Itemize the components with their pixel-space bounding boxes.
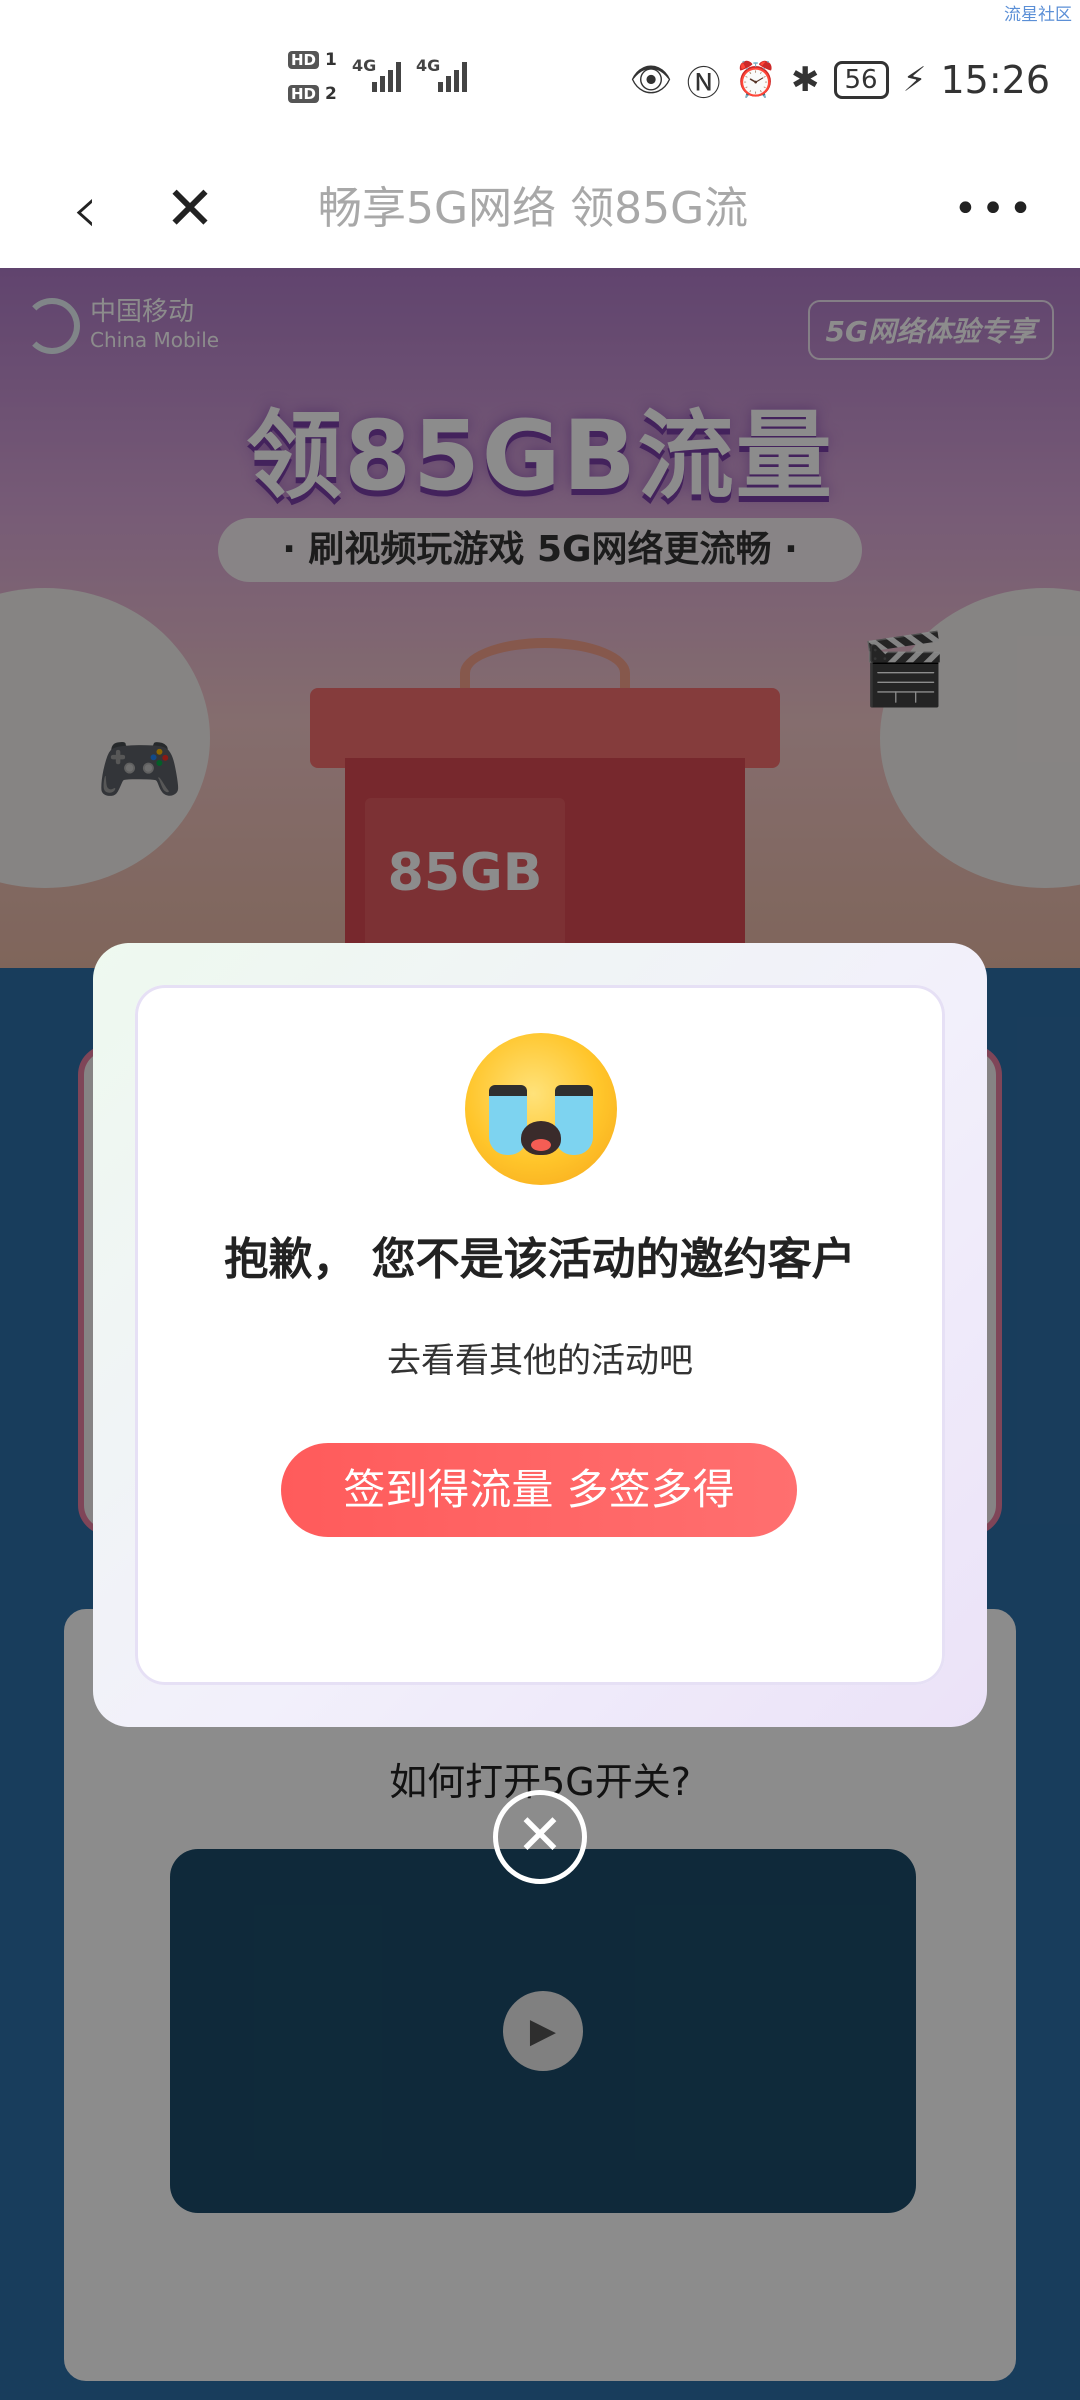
status-icons: 👁 Ⓝ ⏰ ✱ 56 ⚡ 15:26 (630, 52, 1051, 108)
clock-time: 15:26 (940, 58, 1050, 102)
more-button[interactable]: ••• (950, 150, 1040, 268)
close-circle-icon[interactable]: ✕ (493, 1790, 587, 1884)
crying-face-icon (465, 1033, 617, 1185)
bluetooth-icon: ✱ (791, 60, 820, 100)
modal-dialog: 抱歉， 您不是该活动的邀约客户 去看看其他的活动吧 签到得流量 多签多得 (93, 943, 987, 1727)
sim2-indicator: HD 2 (288, 84, 337, 104)
modal-subtitle: 去看看其他的活动吧 (387, 1341, 693, 1381)
alarm-icon: ⏰ (734, 60, 778, 100)
close-icon: ✕ (164, 174, 216, 244)
modal-title: 抱歉， 您不是该活动的邀约客户 (224, 1234, 856, 1285)
back-button[interactable]: ‹ (50, 150, 120, 268)
status-bar: 流星社区 HD 1 HD 2 4G 4G 👁 Ⓝ ⏰ ✱ 56 ⚡ 15:26 (0, 0, 1080, 150)
network-type-2: 4G (416, 56, 441, 75)
nav-bar: ‹ ✕ 畅享5G网络 领85G流 ••• (0, 150, 1080, 268)
charging-icon: ⚡ (902, 60, 927, 100)
chevron-left-icon: ‹ (71, 170, 99, 248)
watermark-text: 流星社区 (1004, 5, 1072, 25)
checkin-button[interactable]: 签到得流量 多签多得 (281, 1443, 797, 1537)
modal-card: 抱歉， 您不是该活动的邀约客户 去看看其他的活动吧 签到得流量 多签多得 (135, 985, 945, 1685)
eye-icon: 👁 (629, 60, 673, 100)
signal-icon (372, 60, 401, 92)
sim1-indicator: HD 1 (288, 50, 337, 70)
battery-icon: 56 (833, 61, 889, 99)
close-page-button[interactable]: ✕ (150, 150, 230, 268)
nfc-icon: Ⓝ (686, 63, 721, 104)
signal-icon (438, 60, 467, 92)
more-icon: ••• (953, 186, 1037, 232)
page-title: 畅享5G网络 领85G流 (318, 183, 749, 234)
